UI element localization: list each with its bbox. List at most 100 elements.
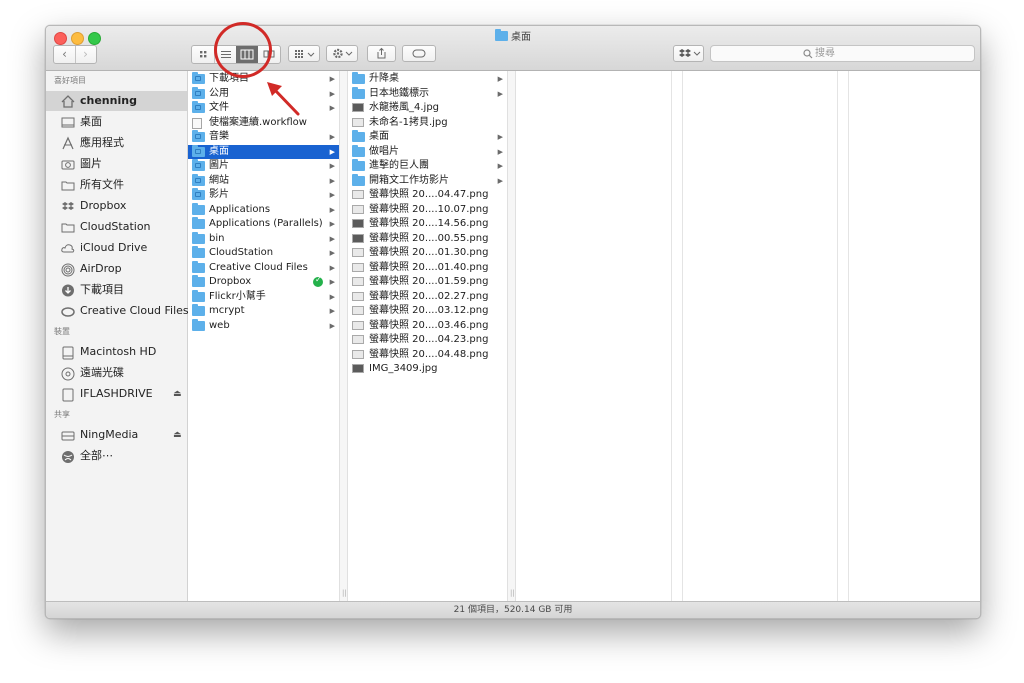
file-icon-wrap [352,159,365,171]
sidebar-item[interactable]: 應用程式 [46,133,187,153]
file-icon-wrap [352,117,364,127]
folder-icon [352,173,365,186]
file-name: Creative Cloud Files [209,261,308,273]
file-row[interactable]: CloudStation ▶ [188,246,339,260]
arrange-button[interactable] [288,45,320,62]
file-row[interactable]: 圖片 ▶ [188,159,339,173]
file-row[interactable]: 未命名-1拷貝.jpg [348,116,507,130]
file-row[interactable]: 螢幕快照 20....14.56.png [348,217,507,231]
file-row[interactable]: 螢幕快照 20....04.47.png [348,188,507,202]
file-row[interactable]: Applications (Parallels) ▶ [188,217,339,231]
file-row[interactable]: 螢幕快照 20....01.59.png [348,275,507,289]
sidebar-item[interactable]: AirDrop [46,259,187,279]
column-resize-handle-2[interactable]: || [507,71,516,601]
file-name: 未命名-1拷貝.jpg [369,116,448,128]
sidebar-item[interactable]: Dropbox [46,196,187,216]
file-row[interactable]: 螢幕快照 20....10.07.png [348,203,507,217]
file-name: 日本地鐵標示 [369,87,429,99]
sidebar-item[interactable]: iCloud Drive [46,238,187,258]
file-row[interactable]: Creative Cloud Files ▶ [188,260,339,275]
sidebar-item[interactable]: 全部⋯ [46,446,187,466]
tag-icon [412,49,426,58]
file-icon-wrap [192,246,205,258]
dropbox-menu-button[interactable] [673,45,704,62]
annotation-arrow-icon [267,82,300,116]
file-icon-wrap [352,219,364,228]
back-button[interactable]: ‹ [54,46,76,63]
file-name: Applications (Parallels) [209,218,323,229]
file-row[interactable]: 螢幕快照 20....02.27.png [348,290,507,304]
file-row[interactable]: 網站 ▶ [188,173,339,188]
file-row[interactable]: 螢幕快照 20....04.48.png [348,348,507,362]
file-row[interactable]: 開箱文工作坊影片 ▶ [348,173,507,188]
action-button[interactable] [326,45,358,62]
file-row[interactable]: 影片 ▶ [188,188,339,202]
file-row[interactable]: 進擊的巨人團 ▶ [348,159,507,173]
disclosure-arrow-icon: ▶ [329,75,335,83]
file-row[interactable]: 做唱片 ▶ [348,144,507,159]
file-row[interactable]: bin ▶ [188,231,339,246]
column-resize-handle-1[interactable]: || [339,71,348,601]
network-server-icon [60,428,76,442]
sidebar-item[interactable]: CloudStation [46,217,187,237]
file-icon-wrap [352,103,364,112]
sidebar-item[interactable]: 圖片 [46,154,187,174]
sync-check-icon: ✓ [313,275,323,287]
file-row[interactable]: 音樂 ▶ [188,130,339,144]
sidebar-item[interactable]: chenning [46,91,187,111]
file-name: CloudStation [209,247,274,258]
file-row[interactable]: 水龍捲風_4.jpg [348,101,507,115]
file-row[interactable]: IMG_3409.jpg [348,362,507,376]
sidebar-item[interactable]: NingMedia ⏏ [46,425,187,445]
file-name: bin [209,232,225,244]
file-icon-wrap [352,204,364,214]
eject-icon[interactable]: ⏏ [173,425,182,445]
airdrop-icon [60,262,76,277]
sidebar-item[interactable]: IFLASHDRIVE ⏏ [46,384,187,404]
file-row[interactable]: 螢幕快照 20....03.12.png [348,304,507,318]
sidebar-item[interactable]: Creative Cloud Files [46,301,189,321]
file-row[interactable]: 桌面 ▶ [188,144,339,159]
tags-button[interactable] [402,45,436,62]
sidebar-item-label: AirDrop [80,262,122,275]
forward-button[interactable]: › [75,46,96,63]
file-row[interactable]: 螢幕快照 20....00.55.png [348,232,507,246]
sidebar-section-header: 裝置 [54,327,70,336]
search-field[interactable]: 搜尋 [710,45,975,62]
file-icon-wrap [352,144,365,157]
file-row[interactable]: Flickr小幫手 ▶ [188,289,339,304]
camera-icon [60,157,76,171]
file-row[interactable]: Dropbox ✓ ▶ [188,275,339,289]
sidebar-item[interactable]: Macintosh HD [46,342,187,362]
icon-view-button[interactable] [192,46,214,63]
file-row[interactable]: 螢幕快照 20....01.30.png [348,246,507,260]
navigation-buttons: ‹ › [53,45,97,64]
file-row[interactable]: 日本地鐵標示 ▶ [348,86,507,101]
disclosure-arrow-icon: ▶ [329,292,335,301]
sidebar-item[interactable]: 遠端光碟 [46,363,187,383]
file-icon-wrap [352,72,365,84]
sidebar-item[interactable]: 所有文件 [46,175,187,195]
title-bar: 桌面 ‹ › 搜尋 [46,26,980,71]
finder-window: 桌面 ‹ › 搜尋 喜好項目 chenning 桌面 應用程式 圖片 所有文件 … [45,25,981,619]
share-button[interactable] [367,45,396,62]
file-row[interactable]: 螢幕快照 20....03.46.png [348,319,507,333]
desktop-folder-icon [495,28,508,44]
file-icon-wrap [192,101,205,113]
file-row[interactable]: mcrypt ▶ [188,304,339,318]
file-row[interactable]: 桌面 ▶ [348,130,507,144]
file-row[interactable]: 升降桌 ▶ [348,72,507,86]
file-name: 圖片 [209,160,229,171]
network-globe-icon [60,449,76,463]
file-name: 螢幕快照 20....02.27.png [369,290,489,302]
file-row[interactable]: 螢幕快照 20....01.40.png [348,261,507,275]
file-row[interactable]: web ▶ [188,318,339,333]
file-row[interactable]: Applications ▶ [188,202,339,217]
eject-icon[interactable]: ⏏ [173,384,182,404]
file-row[interactable]: 螢幕快照 20....04.23.png [348,333,507,347]
sidebar-item-label: IFLASHDRIVE [80,387,153,400]
sidebar-item-label: Dropbox [80,199,127,212]
workflow-file-icon [192,117,202,129]
sidebar-item[interactable]: 桌面 [46,112,187,132]
sidebar-item[interactable]: 下載項目 [46,280,187,300]
